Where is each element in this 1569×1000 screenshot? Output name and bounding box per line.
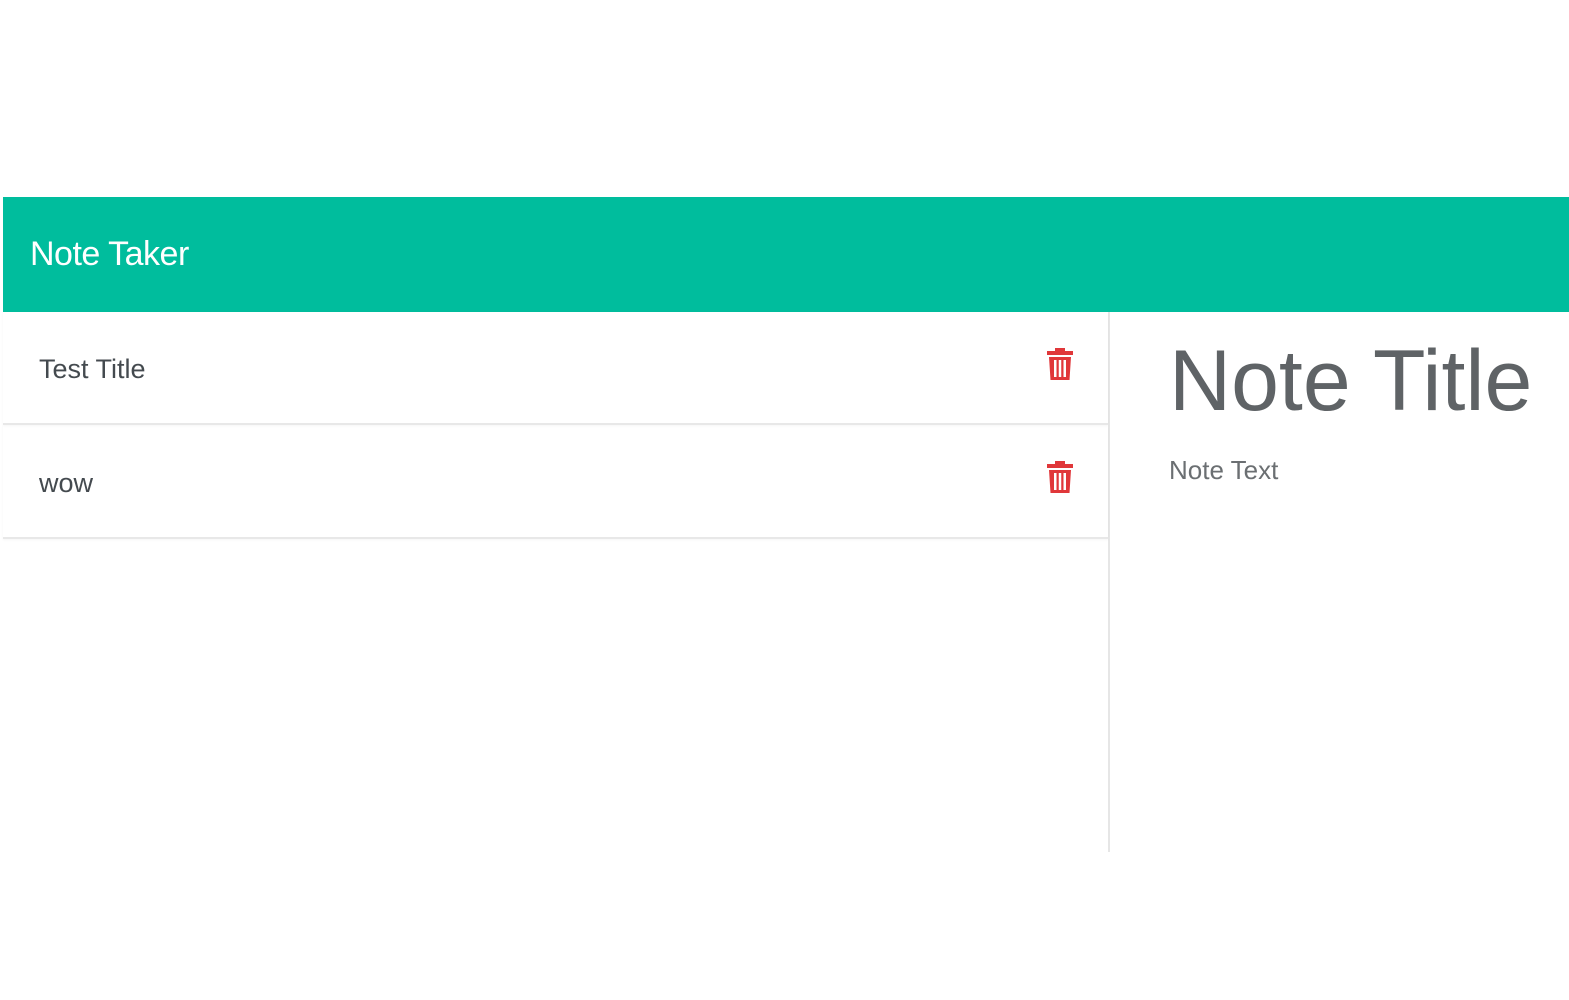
- note-list: Test Title wow: [3, 312, 1108, 539]
- brand-link[interactable]: Note Taker: [30, 235, 189, 274]
- list-item[interactable]: wow: [3, 425, 1108, 539]
- navbar: Note Taker: [3, 197, 1569, 312]
- note-text-input[interactable]: [1169, 455, 1569, 755]
- note-taker-app: Note Taker Test Title wow: [0, 0, 1569, 1000]
- note-editor: [1112, 312, 1569, 852]
- delete-note-button[interactable]: [1045, 346, 1075, 382]
- note-title: Test Title: [39, 354, 146, 384]
- trash-icon: [1047, 461, 1073, 493]
- note-title: wow: [39, 467, 94, 498]
- trash-icon: [1047, 348, 1073, 380]
- note-title-input[interactable]: [1169, 332, 1569, 430]
- delete-note-button[interactable]: [1045, 459, 1075, 495]
- list-item[interactable]: Test Title: [3, 312, 1108, 425]
- note-list-panel: Test Title wow: [3, 312, 1110, 852]
